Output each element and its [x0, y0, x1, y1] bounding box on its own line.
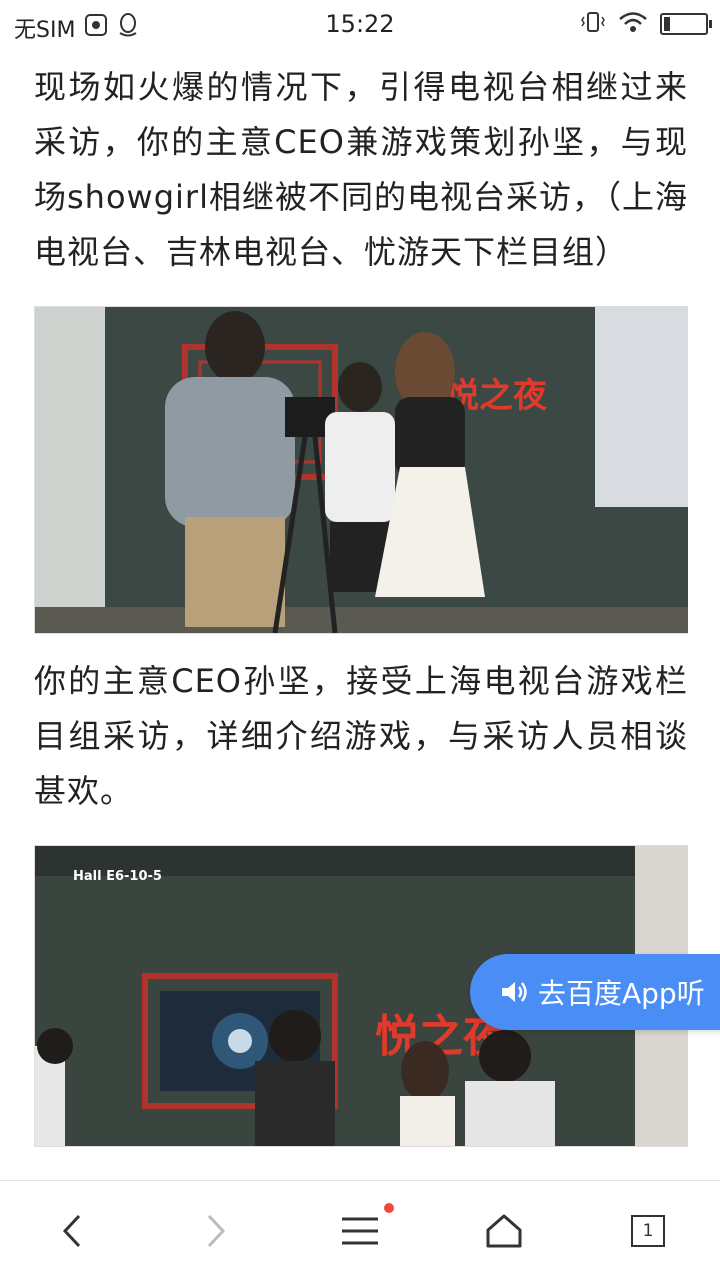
chevron-right-icon	[207, 1214, 226, 1248]
wifi-icon	[618, 11, 648, 37]
home-icon	[486, 1214, 522, 1248]
home-button[interactable]	[464, 1181, 544, 1281]
hall-label: Hall E6-10-5	[73, 869, 162, 884]
notification-dot	[384, 1203, 394, 1213]
forward-button[interactable]	[176, 1181, 256, 1281]
speaker-icon	[500, 979, 528, 1005]
listen-button-label: 去百度App听	[538, 977, 705, 1010]
bottom-nav: 1	[0, 1180, 720, 1281]
article-paragraph: 现场如火爆的情况下，引得电视台相继过来采访，你的主意CEO兼游戏策划孙坚，与现场…	[34, 68, 688, 271]
back-button[interactable]	[32, 1181, 112, 1281]
article-image[interactable]: 悦之夜	[34, 306, 688, 634]
chevron-left-icon	[62, 1214, 81, 1248]
tabs-button[interactable]: 1	[608, 1181, 688, 1281]
listen-in-app-button[interactable]: 去百度App听	[470, 954, 720, 1030]
vibrate-icon	[580, 11, 606, 37]
status-bar: 无SIM 15:22	[0, 0, 720, 50]
battery-icon	[660, 13, 712, 35]
tab-count: 1	[631, 1215, 665, 1247]
menu-button[interactable]	[320, 1181, 400, 1281]
hamburger-menu-icon	[342, 1217, 378, 1245]
article-paragraph: 你的主意CEO孙坚，接受上海电视台游戏栏目组采访，详细介绍游戏，与采访人员相谈甚…	[34, 662, 688, 810]
